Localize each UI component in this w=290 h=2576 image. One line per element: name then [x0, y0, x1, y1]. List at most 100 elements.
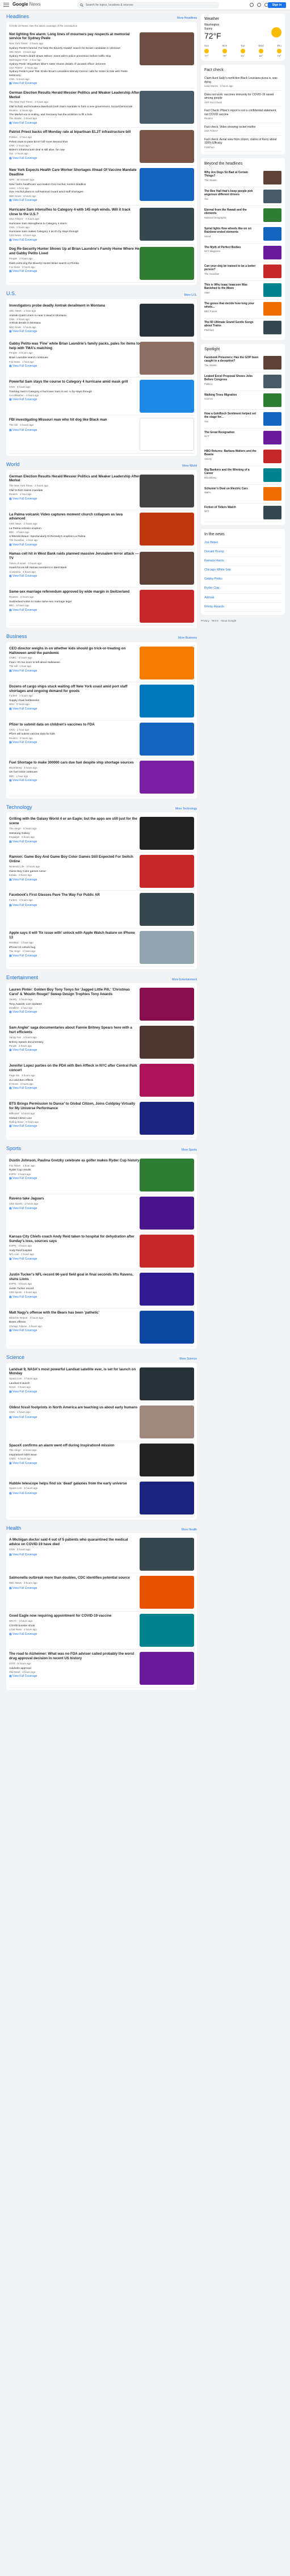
- related-story[interactable]: Tony Awards: Live Updates Deadline · 1 ho…: [9, 1003, 140, 1010]
- story-headline[interactable]: Same-sex marriage referendum approved by…: [9, 590, 140, 594]
- facts-item[interactable]: Fact Check: Pfizer's report is not a con…: [204, 107, 281, 123]
- story-thumbnail[interactable]: [140, 417, 194, 451]
- related-story[interactable]: Sydney Peele's death draws Wilson Jones …: [9, 55, 140, 62]
- story-thumbnail[interactable]: [140, 988, 194, 1021]
- science-more-link[interactable]: More Science: [179, 1357, 197, 1361]
- story-thumbnail[interactable]: [140, 1064, 194, 1097]
- related-story[interactable]: Hurricane Sam makes Category 4 as it's b…: [9, 230, 140, 237]
- full-coverage-link[interactable]: ▦ View Full Coverage: [9, 1125, 140, 1128]
- full-coverage-link[interactable]: ▦ View Full Coverage: [9, 330, 140, 334]
- story-headline[interactable]: Lauren Pinter: Golden Boy Tony Tonys for…: [9, 988, 140, 997]
- full-coverage-link[interactable]: ▦ View Full Coverage: [9, 1390, 140, 1394]
- sports-section-title[interactable]: Sports: [6, 1146, 21, 1152]
- story-thumbnail[interactable]: [140, 90, 194, 124]
- headlines-more-link[interactable]: More Headlines: [177, 16, 197, 20]
- beyond-item[interactable]: The genes that decide how long your whol…: [204, 300, 281, 318]
- related-story[interactable]: Andy Reid hospital NFL.com · 2 hours ago: [9, 1249, 140, 1256]
- spotlight-item[interactable]: Leaked Excel Proposal Shows Jobs Before …: [204, 372, 281, 391]
- story-thumbnail[interactable]: [140, 817, 194, 850]
- related-story[interactable]: A Wendol Braun: Spectacularly El Remedy'…: [9, 535, 140, 542]
- related-story[interactable]: Fauci: It's too soon to tell about Hallo…: [9, 661, 140, 668]
- entertainment-more-link[interactable]: More Entertainment: [172, 978, 197, 982]
- story-thumbnail[interactable]: [140, 1367, 194, 1400]
- facts-item[interactable]: Claim Aunt Sally's nonfiction Black Loui…: [204, 74, 281, 91]
- related-story[interactable]: La Palma volcano eruption BBC · 3 hours a…: [9, 527, 140, 534]
- full-coverage-link[interactable]: ▦ View Full Coverage: [9, 121, 140, 125]
- full-coverage-link[interactable]: ▦ View Full Coverage: [9, 1633, 140, 1637]
- related-story[interactable]: Brian Laundrie search continues Fox News …: [9, 356, 140, 363]
- us-more-link[interactable]: More U.S.: [184, 293, 197, 297]
- spotlight-item[interactable]: Big Bankers and the Winning of a Career B…: [204, 466, 281, 485]
- story-headline[interactable]: Ramion: Game Boy And Game Boy Color Game…: [9, 855, 140, 864]
- related-story[interactable]: Amtrak derails in Montana NBC News · 2 ho…: [9, 322, 140, 329]
- story-thumbnail[interactable]: [140, 341, 194, 375]
- related-story[interactable]: Pelosi vows to pass $3.5T bill 'more Bey…: [9, 141, 140, 148]
- story-thumbnail[interactable]: [140, 1272, 194, 1306]
- facts-item[interactable]: Fact check: Aerial view from citizen, cl…: [204, 136, 281, 152]
- weather-card[interactable]: Weather Washington Sunny 72°F Sun 77° Mon 79° Tu…: [201, 14, 285, 61]
- story-headline[interactable]: Justin Tucker's NFL-record 66-yard field…: [9, 1273, 140, 1282]
- story-headline[interactable]: Dozens of cargo ships stuck waiting off …: [9, 685, 140, 694]
- related-story[interactable]: Gov. Hochul plans to call National Guard…: [9, 191, 140, 198]
- related-story[interactable]: Dash extra dog the Beverly Hunter Brian …: [9, 262, 140, 269]
- full-coverage-link[interactable]: ▦ View Full Coverage: [9, 270, 140, 274]
- story-thumbnail[interactable]: [140, 646, 194, 679]
- related-story[interactable]: Samsung Galaxy Engadget · 5 hours ago: [9, 832, 140, 839]
- full-coverage-link[interactable]: ▦ View Full Coverage: [9, 669, 140, 673]
- related-story[interactable]: Israeli forces kill Hamas members in Wes…: [9, 567, 140, 573]
- story-thumbnail[interactable]: [140, 474, 194, 507]
- full-coverage-link[interactable]: ▦ View Full Coverage: [9, 609, 140, 612]
- story-headline[interactable]: Good Eagle now requiring appointment for…: [9, 1614, 140, 1618]
- story-headline[interactable]: Gabby Petito was 'Fine' while Brian Laun…: [9, 342, 140, 351]
- story-headline[interactable]: Matt Nagy's offense with the Bears has b…: [9, 1311, 140, 1315]
- spotlight-item[interactable]: Walking Trees Migration Science: [204, 391, 281, 410]
- full-coverage-link[interactable]: ▦ View Full Coverage: [9, 364, 140, 368]
- story-thumbnail[interactable]: [140, 855, 194, 888]
- related-story[interactable]: JLo and Ben Affleck E! News · 2 hours ago: [9, 1079, 140, 1086]
- spotlight-item[interactable]: Facebook Poisoners: Has the GOP been cau…: [204, 354, 281, 372]
- story-thumbnail[interactable]: [140, 1310, 194, 1344]
- related-story[interactable]: Aduhelm approval Stat News · 6 hours ago: [9, 1667, 140, 1674]
- story-headline[interactable]: Fuel Shortage to make 300000 cars due fu…: [9, 761, 140, 765]
- us-section-title[interactable]: U.S.: [6, 291, 16, 297]
- full-coverage-link[interactable]: ▦ View Full Coverage: [9, 1177, 140, 1181]
- spotlight-item[interactable]: How a Goldfinch Sentiment helped set the…: [204, 410, 281, 429]
- story-thumbnail[interactable]: [140, 684, 194, 718]
- story-headline[interactable]: BTS Brings Permission to Dance' to Globa…: [9, 1102, 140, 1111]
- topic-link[interactable]: Donald Trump: [204, 548, 281, 557]
- story-headline[interactable]: A Michigan doctor said 4 out of 5 patien…: [9, 1538, 140, 1547]
- related-story[interactable]: Britney Spears documentary People · 4 hou…: [9, 1041, 140, 1048]
- settings-icon[interactable]: [257, 3, 261, 7]
- google-news-logo[interactable]: Google News: [12, 2, 41, 7]
- full-coverage-link[interactable]: ▦ View Full Coverage: [9, 238, 140, 242]
- spotlight-item[interactable]: The Great Resignation NYT: [204, 429, 281, 447]
- story-headline[interactable]: Powerful Sam stays the course to Categor…: [9, 380, 140, 384]
- full-coverage-link[interactable]: ▦ View Full Coverage: [9, 1295, 140, 1299]
- story-headline[interactable]: Investigators probe deadly Amtrak derail…: [9, 304, 140, 308]
- full-coverage-link[interactable]: ▦ View Full Coverage: [9, 878, 140, 882]
- related-story[interactable]: Game Boy Color games rumor Kotaku · 3 hou…: [9, 870, 140, 877]
- beyond-item[interactable]: The 60 Ultimate Grand Gentle Songs about…: [204, 318, 281, 337]
- full-coverage-link[interactable]: ▦ View Full Coverage: [9, 543, 140, 547]
- story-headline[interactable]: Landsat 9, NASA's most powerful Landsat …: [9, 1367, 140, 1377]
- story-headline[interactable]: Patriot Priest backs off Monday rate at …: [9, 130, 140, 135]
- story-thumbnail[interactable]: [140, 1405, 194, 1438]
- story-headline[interactable]: Grilling with the Galaxy World 4 or an E…: [9, 817, 140, 826]
- full-coverage-link[interactable]: ▦ View Full Coverage: [9, 904, 140, 908]
- story-headline[interactable]: Not lighting fire alarm: Long lines of m…: [9, 32, 140, 41]
- story-thumbnail[interactable]: [140, 1196, 194, 1230]
- topic-link[interactable]: Emmy Awards: [204, 603, 281, 612]
- health-more-link[interactable]: More Health: [182, 1528, 197, 1532]
- story-headline[interactable]: Pfizer to submit data on children's vacc…: [9, 723, 140, 727]
- related-story[interactable]: Olaf Scholz claims mandate Reuters · 1 ho…: [9, 489, 140, 496]
- full-coverage-link[interactable]: ▦ View Full Coverage: [9, 1462, 140, 1466]
- story-headline[interactable]: Hamas cell hit in West Bank raids planne…: [9, 552, 140, 561]
- story-headline[interactable]: New York Expects Health Care Worker Shor…: [9, 168, 140, 177]
- beyond-item[interactable]: The Bee Hall that's keep people pirk ang…: [204, 187, 281, 206]
- story-thumbnail[interactable]: [140, 207, 194, 241]
- story-headline[interactable]: FBI investigating Missouri man who hit d…: [9, 418, 140, 422]
- full-coverage-link[interactable]: ▦ View Full Coverage: [9, 1086, 140, 1090]
- related-story[interactable]: Ryder Cup results ESPN · 2 hours ago: [9, 1169, 140, 1176]
- technology-more-link[interactable]: More Technology: [175, 807, 197, 811]
- full-coverage-link[interactable]: ▦ View Full Coverage: [9, 707, 140, 711]
